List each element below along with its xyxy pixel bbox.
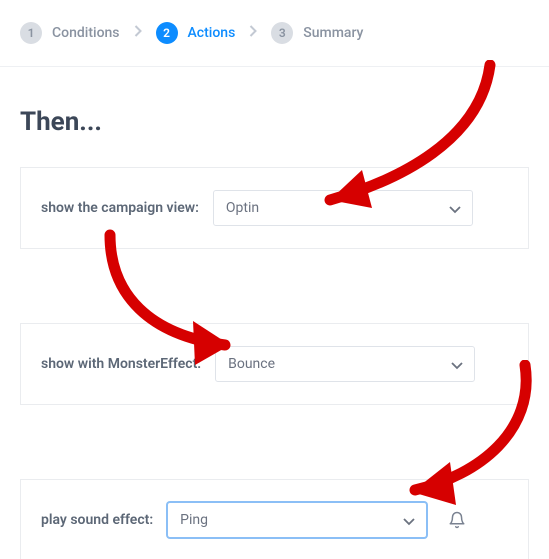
bell-icon[interactable]: [447, 510, 467, 530]
action-row-monster-effect: show with MonsterEffect: Bounce: [20, 323, 529, 405]
chevron-right-icon: [249, 25, 257, 41]
step-label: Conditions: [52, 25, 120, 41]
section-heading: Then...: [20, 107, 529, 137]
row-label: play sound effect:: [41, 512, 153, 528]
action-row-sound-effect: play sound effect: Ping: [20, 479, 529, 559]
action-row-campaign-view: show the campaign view: Optin: [20, 167, 529, 249]
step-summary[interactable]: 3 Summary: [271, 22, 363, 44]
page-container: 1 Conditions 2 Actions 3 Summary Then...…: [0, 0, 549, 559]
step-label: Summary: [303, 25, 363, 41]
step-number: 3: [271, 22, 293, 44]
step-number: 2: [156, 22, 178, 44]
select-value[interactable]: Optin: [213, 190, 473, 226]
campaign-view-select[interactable]: Optin: [213, 190, 473, 226]
select-value[interactable]: Ping: [167, 502, 427, 538]
select-value[interactable]: Bounce: [215, 346, 475, 382]
step-number: 1: [20, 22, 42, 44]
wizard-stepper: 1 Conditions 2 Actions 3 Summary: [0, 0, 549, 67]
chevron-right-icon: [134, 25, 142, 41]
monster-effect-select[interactable]: Bounce: [215, 346, 475, 382]
step-conditions[interactable]: 1 Conditions: [20, 22, 120, 44]
row-label: show the campaign view:: [41, 200, 199, 216]
step-actions[interactable]: 2 Actions: [156, 22, 236, 44]
sound-effect-select[interactable]: Ping: [167, 502, 427, 538]
step-label: Actions: [188, 25, 236, 41]
content-area: Then... show the campaign view: Optin sh…: [0, 67, 549, 559]
row-label: show with MonsterEffect:: [41, 356, 201, 372]
